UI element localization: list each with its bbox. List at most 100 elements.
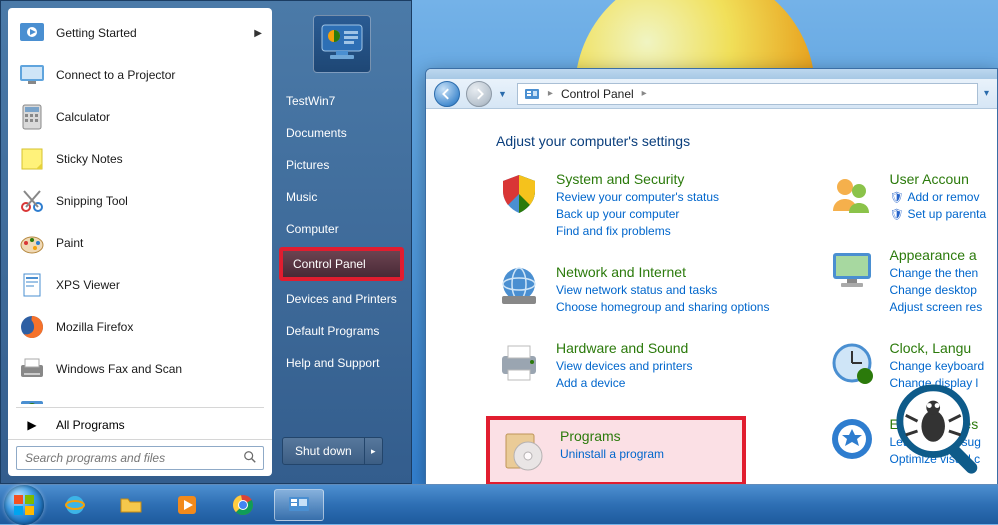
fax-scan-icon xyxy=(18,355,46,383)
start-menu-place-control-panel[interactable]: Control Panel xyxy=(279,247,404,281)
start-menu-program-getting-started[interactable]: Getting Started▶ xyxy=(8,12,272,54)
category-link[interactable]: Add a device xyxy=(556,376,693,390)
start-menu-place-devices-and-printers[interactable]: Devices and Printers xyxy=(272,283,411,315)
category-link[interactable]: Review your computer's status xyxy=(556,190,719,204)
nav-back-button[interactable] xyxy=(434,81,460,107)
start-menu-program-remote-desktop[interactable]: Remote Desktop Connection xyxy=(8,390,272,404)
category-link[interactable]: Find and fix problems xyxy=(556,224,719,238)
taskbar-chrome[interactable] xyxy=(218,489,268,521)
users-icon xyxy=(829,171,875,217)
start-menu-place-music[interactable]: Music xyxy=(272,181,411,213)
start-button[interactable] xyxy=(4,485,44,525)
category-title[interactable]: Network and Internet xyxy=(556,264,769,280)
folder-icon xyxy=(119,493,143,517)
category-link[interactable]: Add or remov xyxy=(907,190,979,204)
category-title[interactable]: User Accoun xyxy=(889,171,986,187)
search-icon xyxy=(243,450,257,467)
shield-badge-icon: 🛡 xyxy=(889,191,903,204)
getting-started-icon xyxy=(18,19,46,47)
category-title[interactable]: Hardware and Sound xyxy=(556,340,693,356)
paint-icon xyxy=(18,229,46,257)
category-title[interactable]: Appearance a xyxy=(889,247,982,263)
start-menu-program-sticky-notes[interactable]: Sticky Notes xyxy=(8,138,272,180)
window-titlebar[interactable] xyxy=(426,69,997,79)
search-box[interactable] xyxy=(16,446,264,470)
shield-badge-icon: 🛡 xyxy=(889,208,903,221)
control-panel-icon xyxy=(287,493,311,517)
category-link[interactable]: Set up parenta xyxy=(907,207,986,221)
program-label: Connect to a Projector xyxy=(56,68,175,82)
taskbar-ie[interactable] xyxy=(50,489,100,521)
category-link[interactable]: View devices and printers xyxy=(556,359,693,373)
category-title[interactable]: System and Security xyxy=(556,171,719,187)
category-link[interactable]: Change desktop xyxy=(889,283,982,297)
category-user-accoun: User Accoun 🛡 Add or remov 🛡 Set up parenta xyxy=(829,171,986,221)
program-label: Windows Fax and Scan xyxy=(56,362,182,376)
all-programs-label: All Programs xyxy=(56,418,125,432)
start-menu-program-xps-viewer[interactable]: XPS Viewer xyxy=(8,264,272,306)
firefox-icon xyxy=(18,313,46,341)
taskbar xyxy=(0,484,998,524)
category-link[interactable]: Change keyboard xyxy=(889,359,984,373)
program-label: Sticky Notes xyxy=(56,152,123,166)
start-menu-place-pictures[interactable]: Pictures xyxy=(272,149,411,181)
user-picture[interactable] xyxy=(313,15,371,73)
start-menu-place-testwin7[interactable]: TestWin7 xyxy=(272,85,411,117)
program-label: Snipping Tool xyxy=(56,194,128,208)
remote-desktop-icon xyxy=(18,397,46,404)
start-menu-place-default-programs[interactable]: Default Programs xyxy=(272,315,411,347)
address-bar: ▼ ▸ Control Panel ▸ ▾ xyxy=(426,79,997,109)
breadcrumb-sep-icon: ▸ xyxy=(642,88,647,99)
clock-icon xyxy=(829,340,875,386)
start-menu-place-computer[interactable]: Computer xyxy=(272,213,411,245)
taskbar-explorer[interactable] xyxy=(106,489,156,521)
start-menu-program-fax-scan[interactable]: Windows Fax and Scan xyxy=(8,348,272,390)
breadcrumb-sep-icon: ▸ xyxy=(548,88,553,99)
divider xyxy=(16,407,264,408)
taskbar-media-player[interactable] xyxy=(162,489,212,521)
nav-history-dropdown[interactable]: ▼ xyxy=(498,89,507,99)
all-programs-button[interactable]: ▶ All Programs xyxy=(8,411,272,439)
search-input[interactable] xyxy=(23,450,243,466)
breadcrumb-item[interactable]: Control Panel xyxy=(561,87,634,101)
category-programs: Programs Uninstall a program xyxy=(500,428,732,474)
breadcrumb[interactable]: ▸ Control Panel ▸ xyxy=(517,83,978,105)
globe-icon xyxy=(496,264,542,310)
taskbar-control-panel[interactable] xyxy=(274,489,324,521)
category-link[interactable]: Choose homegroup and sharing options xyxy=(556,300,769,314)
category-hardware-and-sound: Hardware and Sound View devices and print… xyxy=(496,340,769,390)
category-link[interactable]: Change the then xyxy=(889,266,982,280)
disc-icon xyxy=(500,428,546,474)
category-network-and-internet: Network and Internet View network status … xyxy=(496,264,769,314)
program-label: Getting Started xyxy=(56,26,137,40)
program-label: Mozilla Firefox xyxy=(56,320,133,334)
nav-forward-button[interactable] xyxy=(466,81,492,107)
category-link[interactable]: Back up your computer xyxy=(556,207,719,221)
snipping-tool-icon xyxy=(18,187,46,215)
category-title[interactable]: Clock, Langu xyxy=(889,340,984,356)
refresh-dropdown-icon[interactable]: ▾ xyxy=(984,88,989,99)
category-link[interactable]: Adjust screen res xyxy=(889,300,982,314)
shutdown-options-button[interactable]: ▸ xyxy=(365,437,383,465)
ease-icon xyxy=(829,416,875,462)
start-menu-place-documents[interactable]: Documents xyxy=(272,117,411,149)
program-label: Calculator xyxy=(56,110,110,124)
start-menu-places-pane: TestWin7DocumentsPicturesMusicComputerCo… xyxy=(272,1,411,483)
ie-icon xyxy=(63,493,87,517)
category-link[interactable]: View network status and tasks xyxy=(556,283,769,297)
shutdown-button[interactable]: Shut down xyxy=(282,437,365,465)
start-menu-place-help-and-support[interactable]: Help and Support xyxy=(272,347,411,379)
start-menu-program-paint[interactable]: Paint xyxy=(8,222,272,264)
category-link[interactable]: Uninstall a program xyxy=(560,447,664,461)
start-menu-program-snipping-tool[interactable]: Snipping Tool xyxy=(8,180,272,222)
category-title[interactable]: Programs xyxy=(560,428,664,444)
page-title: Adjust your computer's settings xyxy=(496,133,997,149)
shield-icon xyxy=(496,171,542,217)
control-panel-icon xyxy=(524,86,540,102)
start-menu-program-projector[interactable]: Connect to a Projector xyxy=(8,54,272,96)
arrow-right-icon: ▶ xyxy=(18,418,46,432)
sticky-notes-icon xyxy=(18,145,46,173)
program-label: XPS Viewer xyxy=(56,278,120,292)
start-menu-program-firefox[interactable]: Mozilla Firefox xyxy=(8,306,272,348)
start-menu-program-calculator[interactable]: Calculator xyxy=(8,96,272,138)
